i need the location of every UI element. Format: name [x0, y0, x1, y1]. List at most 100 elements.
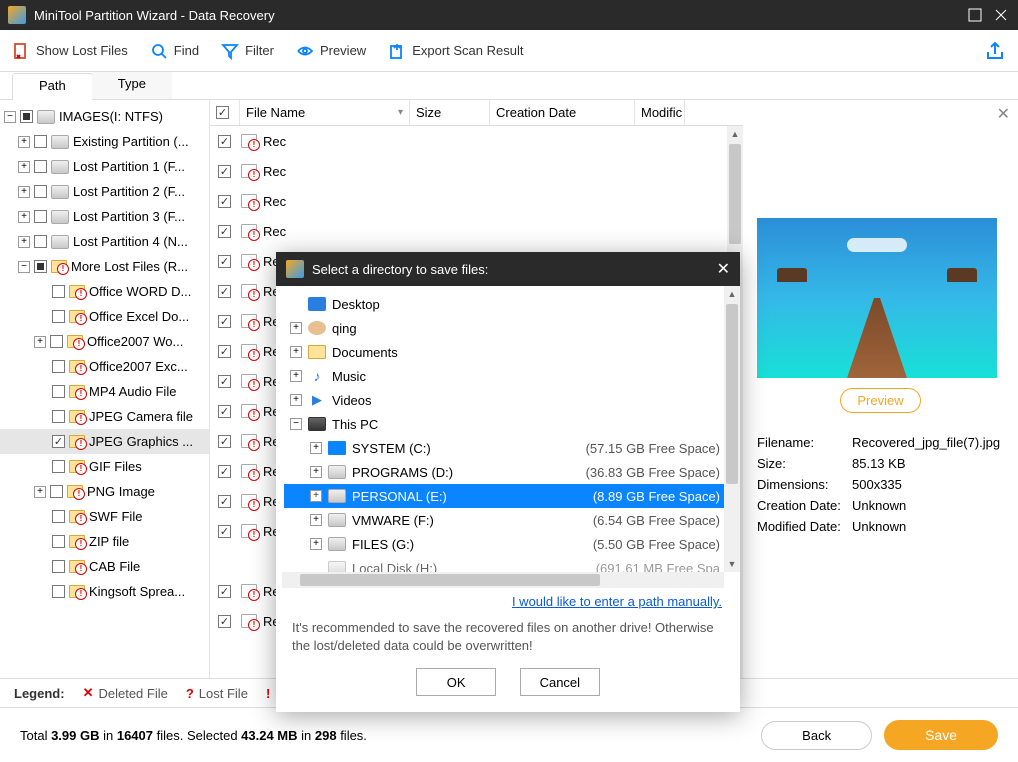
expand-icon[interactable]: +: [18, 236, 30, 248]
checkbox[interactable]: [52, 285, 65, 298]
dialog-close-button[interactable]: ✕: [717, 259, 730, 279]
checkbox[interactable]: [50, 335, 63, 348]
expand-icon[interactable]: +: [290, 394, 302, 406]
tree-w2007[interactable]: +Office2007 Wo...: [0, 329, 209, 354]
dir-this-pc[interactable]: −This PC: [284, 412, 740, 436]
checkbox[interactable]: [218, 585, 231, 598]
scroll-down-icon[interactable]: ▼: [724, 556, 740, 572]
tree-lost2[interactable]: +Lost Partition 2 (F...: [0, 179, 209, 204]
checkbox[interactable]: [218, 285, 231, 298]
checkbox[interactable]: [218, 255, 231, 268]
scroll-up-icon[interactable]: ▲: [724, 286, 740, 302]
checkbox[interactable]: [218, 195, 231, 208]
back-button[interactable]: Back: [761, 721, 872, 750]
scrollbar-thumb[interactable]: [729, 144, 741, 244]
checkbox[interactable]: [52, 360, 65, 373]
scroll-up-icon[interactable]: ▲: [727, 126, 743, 142]
dir-drive-g[interactable]: +FILES (G:)(5.50 GB Free Space): [284, 532, 740, 556]
checkbox[interactable]: [218, 465, 231, 478]
checkbox[interactable]: [34, 235, 47, 248]
collapse-icon[interactable]: −: [290, 418, 302, 430]
checkbox[interactable]: [34, 210, 47, 223]
checkbox[interactable]: [218, 165, 231, 178]
manual-path-link[interactable]: I would like to enter a path manually.: [512, 594, 722, 609]
expand-icon[interactable]: +: [310, 490, 322, 502]
tree-more[interactable]: −More Lost Files (R...: [0, 254, 209, 279]
collapse-icon[interactable]: −: [18, 261, 30, 273]
checkbox[interactable]: [52, 410, 65, 423]
checkbox[interactable]: [218, 405, 231, 418]
checkbox[interactable]: [52, 310, 65, 323]
filter-button[interactable]: Filter: [221, 42, 274, 60]
preview-open-button[interactable]: Preview: [840, 388, 920, 413]
dir-videos[interactable]: +▶Videos: [284, 388, 740, 412]
checkbox[interactable]: [216, 106, 229, 119]
checkbox[interactable]: [52, 435, 65, 448]
checkbox[interactable]: [34, 260, 47, 273]
dir-user[interactable]: +qing: [284, 316, 740, 340]
dialog-cancel-button[interactable]: Cancel: [520, 668, 600, 696]
header-size[interactable]: Size: [410, 100, 490, 125]
file-row[interactable]: Rec: [210, 216, 743, 246]
collapse-icon[interactable]: −: [4, 111, 16, 123]
file-row[interactable]: Rec: [210, 156, 743, 186]
close-button[interactable]: [992, 6, 1010, 24]
checkbox[interactable]: [218, 615, 231, 628]
tree-cab[interactable]: CAB File: [0, 554, 209, 579]
find-button[interactable]: Find: [150, 42, 199, 60]
scrollbar-thumb[interactable]: [726, 304, 738, 484]
tree-swf[interactable]: SWF File: [0, 504, 209, 529]
expand-icon[interactable]: +: [310, 466, 322, 478]
checkbox[interactable]: [218, 495, 231, 508]
dir-documents[interactable]: +Documents: [284, 340, 740, 364]
tree-lost4[interactable]: +Lost Partition 4 (N...: [0, 229, 209, 254]
tree-mp4[interactable]: MP4 Audio File: [0, 379, 209, 404]
checkbox[interactable]: [52, 535, 65, 548]
expand-icon[interactable]: +: [310, 538, 322, 550]
preview-close-button[interactable]: ✕: [997, 104, 1010, 124]
tree-root[interactable]: −IMAGES(I: NTFS): [0, 104, 209, 129]
checkbox[interactable]: [218, 315, 231, 328]
dialog-ok-button[interactable]: OK: [416, 668, 496, 696]
tree-ks[interactable]: Kingsoft Sprea...: [0, 579, 209, 604]
checkbox[interactable]: [218, 525, 231, 538]
checkbox[interactable]: [218, 375, 231, 388]
checkbox[interactable]: [218, 435, 231, 448]
checkbox[interactable]: [34, 135, 47, 148]
dir-drive-e[interactable]: +PERSONAL (E:)(8.89 GB Free Space): [284, 484, 740, 508]
expand-icon[interactable]: +: [290, 370, 302, 382]
dir-drive-h[interactable]: Local Disk (H:)(691.61 MB Free Spa: [284, 556, 740, 572]
scrollbar-thumb[interactable]: [300, 574, 600, 586]
tree-lost3[interactable]: +Lost Partition 3 (F...: [0, 204, 209, 229]
file-row[interactable]: Rec: [210, 186, 743, 216]
checkbox[interactable]: [20, 110, 33, 123]
dir-music[interactable]: +♪Music: [284, 364, 740, 388]
checkbox[interactable]: [218, 345, 231, 358]
expand-icon[interactable]: +: [34, 486, 46, 498]
tab-path[interactable]: Path: [12, 73, 93, 100]
expand-icon[interactable]: +: [18, 211, 30, 223]
checkbox[interactable]: [218, 225, 231, 238]
header-filename[interactable]: File Name▾: [240, 100, 410, 125]
expand-icon[interactable]: +: [18, 186, 30, 198]
tree-jpeggfx[interactable]: JPEG Graphics ...: [0, 429, 209, 454]
header-checkbox-col[interactable]: [210, 100, 240, 125]
show-lost-files-button[interactable]: Show Lost Files: [12, 42, 128, 60]
checkbox[interactable]: [52, 385, 65, 398]
export-button[interactable]: Export Scan Result: [388, 42, 523, 60]
dir-desktop[interactable]: Desktop: [284, 292, 740, 316]
dir-drive-d[interactable]: +PROGRAMS (D:)(36.83 GB Free Space): [284, 460, 740, 484]
checkbox[interactable]: [52, 460, 65, 473]
checkbox[interactable]: [34, 160, 47, 173]
expand-icon[interactable]: +: [290, 322, 302, 334]
expand-icon[interactable]: +: [310, 442, 322, 454]
tree-gif[interactable]: GIF Files: [0, 454, 209, 479]
preview-button[interactable]: Preview: [296, 42, 366, 60]
expand-icon[interactable]: +: [18, 161, 30, 173]
expand-icon[interactable]: +: [290, 346, 302, 358]
tree-excel[interactable]: Office Excel Do...: [0, 304, 209, 329]
checkbox[interactable]: [34, 185, 47, 198]
tree-e2007[interactable]: Office2007 Exc...: [0, 354, 209, 379]
expand-icon[interactable]: +: [18, 136, 30, 148]
dir-drive-c[interactable]: +SYSTEM (C:)(57.15 GB Free Space): [284, 436, 740, 460]
